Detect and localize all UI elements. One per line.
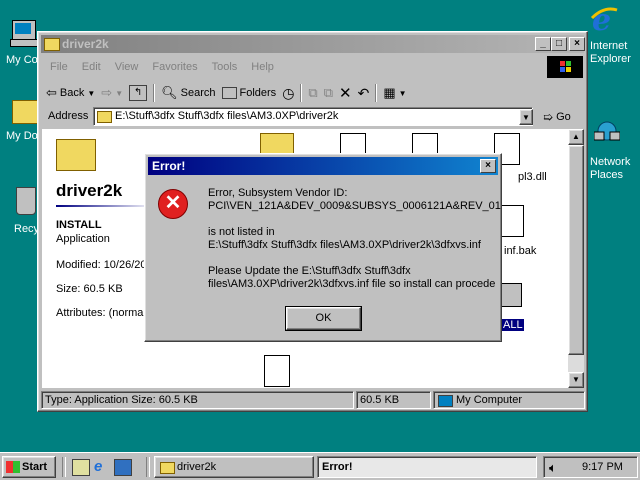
go-arrow-icon: ➯ bbox=[543, 110, 554, 124]
menu-favorites[interactable]: Favorites bbox=[152, 61, 197, 73]
menu-edit[interactable]: Edit bbox=[82, 61, 101, 73]
ie-quick-launch-icon[interactable]: e bbox=[94, 459, 110, 474]
folder-icon bbox=[160, 462, 175, 474]
menu-tools[interactable]: Tools bbox=[212, 61, 238, 73]
move-to-icon[interactable]: ⧉ bbox=[308, 85, 317, 101]
forward-button[interactable]: ⇨ ▼ bbox=[101, 85, 123, 101]
error-icon: ✕ bbox=[158, 189, 188, 219]
windows-logo-icon bbox=[547, 56, 583, 78]
chevron-down-icon: ▼ bbox=[115, 88, 124, 98]
chevron-down-icon: ▼ bbox=[398, 88, 407, 98]
file-label-bak: inf.bak bbox=[504, 245, 537, 257]
desktop-icon-label: My Co bbox=[6, 54, 38, 66]
back-button[interactable]: ⇦ Back ▼ bbox=[46, 85, 95, 101]
ie-logo-icon: e bbox=[590, 3, 618, 38]
file-size: Size: 60.5 KB bbox=[56, 283, 123, 295]
desktop-icon-label: Recy bbox=[14, 223, 40, 235]
desktop-icon-network-places[interactable]: Network Places bbox=[586, 118, 640, 184]
network-icon bbox=[593, 120, 621, 142]
selected-file-name: INSTALL bbox=[56, 219, 102, 231]
chevron-down-icon: ▼ bbox=[87, 88, 96, 98]
selected-file-type: Application bbox=[56, 233, 110, 245]
error-message: Error, Subsystem Vendor ID: PCI\VEN_121A… bbox=[208, 187, 501, 291]
clock[interactable]: 9:17 PM bbox=[582, 461, 623, 473]
volume-icon[interactable]: 🔈︎ bbox=[549, 460, 557, 476]
dialog-title: Error! bbox=[152, 159, 186, 173]
folders-icon bbox=[221, 87, 237, 99]
forward-arrow-icon: ⇨ bbox=[101, 85, 113, 100]
toolbar: ⇦ Back ▼ ⇨ ▼ ↰ 🔍︎ Search Folders ◷ ⧉ ⧉ ✕… bbox=[46, 82, 578, 104]
error-dialog: Error! × ✕ Error, Subsystem Vendor ID: P… bbox=[144, 153, 502, 342]
recycle-bin-icon bbox=[16, 187, 36, 215]
address-label: Address bbox=[48, 110, 89, 122]
dialog-titlebar[interactable]: Error! × bbox=[148, 157, 498, 175]
copy-to-icon[interactable]: ⧉ bbox=[324, 85, 333, 101]
file-label-dll: pl3.dll bbox=[518, 171, 547, 183]
dialog-close-button[interactable]: × bbox=[480, 159, 496, 173]
modified-date: Modified: 10/26/20 bbox=[56, 259, 147, 271]
folders-button[interactable]: Folders bbox=[221, 87, 276, 99]
folder-icon bbox=[44, 38, 60, 51]
explorer-titlebar[interactable]: driver2k _ □ × bbox=[41, 35, 585, 53]
undo-icon[interactable]: ↶ bbox=[358, 85, 370, 102]
error-line: PCI\VEN_121A&DEV_0009&SUBSYS_0006121A&RE… bbox=[208, 200, 501, 212]
my-computer-icon bbox=[438, 395, 453, 407]
back-arrow-icon: ⇦ bbox=[46, 85, 57, 100]
error-line: is not listed in bbox=[208, 226, 275, 238]
windows-logo-icon bbox=[6, 461, 20, 473]
scroll-down-button[interactable]: ▼ bbox=[568, 372, 584, 388]
menu-help[interactable]: Help bbox=[251, 61, 274, 73]
vertical-scrollbar[interactable]: ▲ ▼ bbox=[568, 129, 584, 388]
go-button[interactable]: ➯ Go bbox=[543, 110, 571, 124]
file-attributes: Attributes: (norma bbox=[56, 307, 144, 319]
folder-title: driver2k bbox=[56, 181, 123, 200]
maximize-button[interactable]: □ bbox=[551, 37, 567, 51]
ok-button[interactable]: OK bbox=[285, 306, 362, 331]
scroll-thumb[interactable] bbox=[568, 145, 584, 355]
views-button[interactable]: ▦ ▼ bbox=[383, 85, 406, 101]
status-left: Type: Application Size: 60.5 KB bbox=[41, 391, 354, 409]
computer-icon bbox=[12, 20, 36, 40]
delete-icon[interactable]: ✕ bbox=[339, 84, 352, 102]
scroll-up-button[interactable]: ▲ bbox=[568, 129, 584, 145]
big-folder-icon bbox=[56, 139, 96, 171]
desktop-icon-label: Internet Explorer bbox=[590, 40, 631, 65]
show-desktop-icon[interactable] bbox=[72, 459, 90, 476]
status-mid: 60.5 KB bbox=[356, 391, 431, 409]
search-button[interactable]: 🔍︎ Search bbox=[161, 85, 215, 101]
status-right: My Computer bbox=[433, 391, 585, 409]
minimize-button[interactable]: _ bbox=[535, 37, 551, 51]
desktop-icon-label: Network Places bbox=[590, 156, 631, 181]
task-error[interactable]: Error! bbox=[317, 456, 537, 478]
file-item-text[interactable] bbox=[264, 355, 290, 387]
taskbar: Start e driver2k Error! 🔈︎ 9:17 PM bbox=[0, 452, 640, 480]
history-icon[interactable]: ◷ bbox=[282, 85, 294, 102]
menu-file[interactable]: File bbox=[50, 61, 68, 73]
address-input[interactable]: E:\Stuff\3dfx Stuff\3dfx files\AM3.0XP\d… bbox=[93, 107, 533, 126]
address-dropdown-button[interactable]: ▼ bbox=[519, 109, 533, 125]
error-line: Please Update the E:\Stuff\3dfx Stuff\3d… bbox=[208, 265, 411, 277]
desktop-icon-internet-explorer[interactable]: e Internet Explorer bbox=[586, 2, 640, 66]
menu-view[interactable]: View bbox=[115, 61, 139, 73]
quick-launch: e bbox=[72, 459, 132, 476]
desktop-icon-label: My Do bbox=[6, 130, 38, 142]
window-title: driver2k bbox=[62, 37, 109, 51]
up-folder-button[interactable]: ↰ bbox=[129, 85, 148, 101]
system-tray: 🔈︎ 9:17 PM bbox=[543, 456, 638, 478]
error-line: E:\Stuff\3dfx Stuff\3dfx files\AM3.0XP\d… bbox=[208, 239, 481, 251]
views-icon: ▦ bbox=[383, 85, 396, 100]
error-line: files\AM3.0XP\driver2k\3dfxvs.inf file s… bbox=[208, 278, 496, 290]
error-line: Error, Subsystem Vendor ID: bbox=[208, 187, 348, 199]
search-icon: 🔍︎ bbox=[161, 85, 178, 100]
file-label-install: ALL bbox=[502, 319, 524, 331]
task-driver2k[interactable]: driver2k bbox=[154, 456, 314, 478]
close-button[interactable]: × bbox=[569, 37, 585, 51]
folder-icon bbox=[97, 111, 112, 123]
documents-folder-icon bbox=[12, 100, 38, 124]
channels-icon[interactable] bbox=[114, 459, 132, 476]
start-button[interactable]: Start bbox=[2, 456, 56, 478]
menu-bar: File Edit View Favorites Tools Help bbox=[50, 61, 288, 73]
